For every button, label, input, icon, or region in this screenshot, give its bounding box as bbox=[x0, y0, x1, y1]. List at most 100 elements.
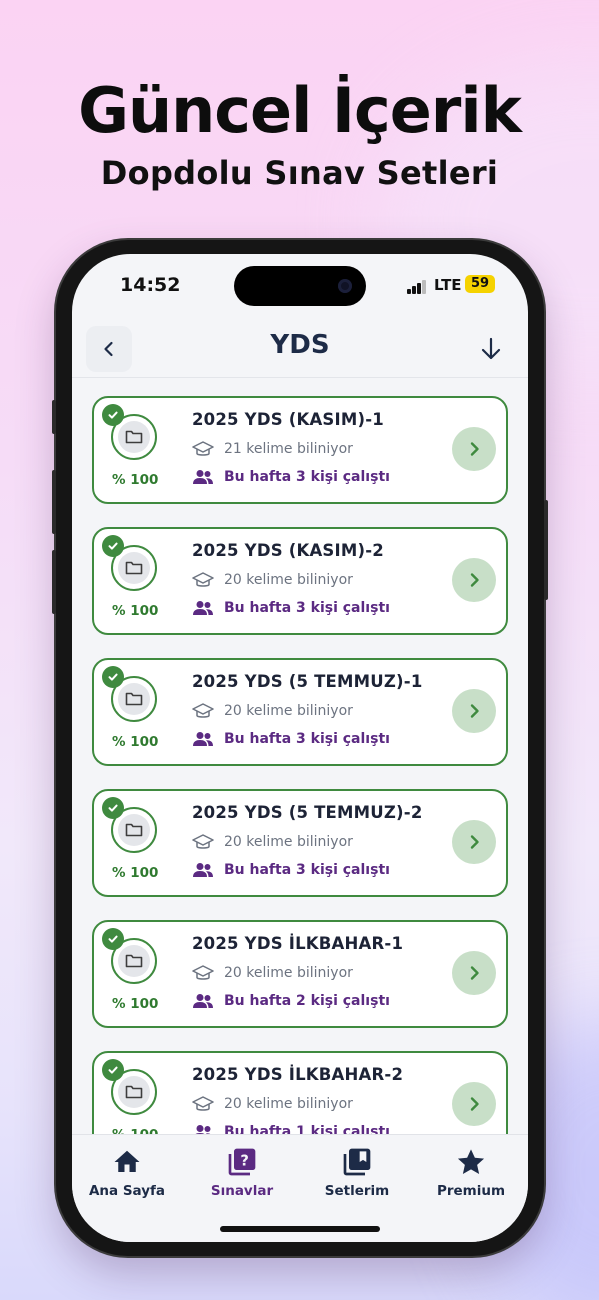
weekly-activity-text: Bu hafta 3 kişi çalıştı bbox=[224, 469, 390, 485]
nav-premium[interactable]: Premium bbox=[416, 1145, 526, 1199]
nav-home-label: Ana Sayfa bbox=[88, 1183, 166, 1199]
exam-set-card[interactable]: % 100 2025 YDS İLKBAHAR-1 20 kelime bili… bbox=[92, 920, 508, 1028]
download-button[interactable] bbox=[476, 334, 506, 364]
home-icon bbox=[114, 1150, 140, 1172]
quiz-icon: ? bbox=[228, 1148, 256, 1176]
folder-icon bbox=[125, 954, 143, 968]
signal-icon bbox=[407, 280, 427, 294]
weekly-activity-row: Bu hafta 3 kişi çalıştı bbox=[192, 862, 390, 878]
set-title: 2025 YDS (5 TEMMUZ)-1 bbox=[192, 672, 423, 691]
chevron-right-icon bbox=[470, 966, 479, 980]
page-title: YDS bbox=[270, 330, 330, 360]
people-icon bbox=[193, 732, 213, 746]
graduation-cap-icon bbox=[192, 441, 214, 456]
known-words-text: 21 kelime biliniyor bbox=[224, 441, 353, 457]
exam-set-card[interactable]: % 100 2025 YDS (KASIM)-2 20 kelime bilin… bbox=[92, 527, 508, 635]
known-words-row: 20 kelime biliniyor bbox=[192, 571, 353, 589]
known-words-text: 20 kelime biliniyor bbox=[224, 834, 353, 850]
nav-premium-label: Premium bbox=[436, 1183, 506, 1199]
set-progress: % 100 bbox=[112, 734, 159, 750]
set-progress: % 100 bbox=[112, 996, 159, 1012]
open-set-button[interactable] bbox=[452, 427, 496, 471]
known-words-text: 20 kelime biliniyor bbox=[224, 572, 353, 588]
graduation-cap-icon bbox=[192, 703, 214, 718]
exam-set-card[interactable]: % 100 2025 YDS (KASIM)-1 21 kelime bilin… bbox=[92, 396, 508, 504]
svg-text:?: ? bbox=[240, 1152, 249, 1169]
nav-exams[interactable]: ? Sınavlar bbox=[187, 1145, 297, 1199]
chevron-right-icon bbox=[470, 704, 479, 718]
nav-exams-label: Sınavlar bbox=[210, 1183, 274, 1199]
arrow-down-icon bbox=[481, 337, 501, 360]
folder-icon bbox=[125, 1085, 143, 1099]
weekly-activity-text: Bu hafta 3 kişi çalıştı bbox=[224, 862, 390, 878]
star-icon bbox=[457, 1149, 485, 1174]
people-icon bbox=[193, 994, 213, 1008]
graduation-cap-icon bbox=[192, 834, 214, 849]
weekly-activity-row: Bu hafta 3 kişi çalıştı bbox=[192, 469, 390, 485]
chevron-right-icon bbox=[470, 573, 479, 587]
app-screen: 14:52 LTE 59 YDS % 100 2025 YDS (KASIM)-… bbox=[72, 254, 528, 1242]
open-set-button[interactable] bbox=[452, 558, 496, 602]
status-time: 14:52 bbox=[120, 274, 181, 296]
battery-level: 59 bbox=[470, 276, 490, 291]
graduation-cap-icon bbox=[192, 1096, 214, 1111]
exam-set-card[interactable]: % 100 2025 YDS (5 TEMMUZ)-1 20 kelime bi… bbox=[92, 658, 508, 766]
completed-check-icon bbox=[102, 1059, 124, 1081]
folder-icon bbox=[125, 823, 143, 837]
known-words-row: 20 kelime biliniyor bbox=[192, 1095, 353, 1113]
chevron-right-icon bbox=[470, 1097, 479, 1111]
set-title: 2025 YDS İLKBAHAR-1 bbox=[192, 934, 404, 953]
completed-check-icon bbox=[102, 404, 124, 426]
nav-home[interactable]: Ana Sayfa bbox=[72, 1145, 182, 1199]
weekly-activity-text: Bu hafta 3 kişi çalıştı bbox=[224, 731, 390, 747]
set-progress: % 100 bbox=[112, 865, 159, 881]
promo-headline: Güncel İçerik bbox=[78, 74, 522, 147]
nav-my-sets-label: Setlerim bbox=[324, 1183, 390, 1199]
set-title: 2025 YDS (KASIM)-1 bbox=[192, 410, 384, 429]
people-icon bbox=[193, 601, 213, 615]
weekly-activity-text: Bu hafta 3 kişi çalıştı bbox=[224, 600, 390, 616]
known-words-row: 20 kelime biliniyor bbox=[192, 964, 353, 982]
known-words-text: 20 kelime biliniyor bbox=[224, 965, 353, 981]
completed-check-icon bbox=[102, 797, 124, 819]
known-words-row: 21 kelime biliniyor bbox=[192, 440, 353, 458]
folder-icon bbox=[125, 561, 143, 575]
exam-set-list[interactable]: % 100 2025 YDS (KASIM)-1 21 kelime bilin… bbox=[72, 378, 528, 1148]
library-books-icon bbox=[343, 1148, 371, 1176]
dynamic-island bbox=[234, 266, 366, 306]
known-words-text: 20 kelime biliniyor bbox=[224, 703, 353, 719]
nav-my-sets[interactable]: Setlerim bbox=[302, 1145, 412, 1199]
network-type: LTE bbox=[434, 276, 462, 294]
set-progress: % 100 bbox=[112, 472, 159, 488]
people-icon bbox=[193, 470, 213, 484]
set-title: 2025 YDS (KASIM)-2 bbox=[192, 541, 384, 560]
weekly-activity-row: Bu hafta 3 kişi çalıştı bbox=[192, 600, 390, 616]
battery-icon: 59 bbox=[465, 275, 495, 293]
open-set-button[interactable] bbox=[452, 820, 496, 864]
completed-check-icon bbox=[102, 928, 124, 950]
open-set-button[interactable] bbox=[452, 951, 496, 995]
set-title: 2025 YDS (5 TEMMUZ)-2 bbox=[192, 803, 423, 822]
set-progress: % 100 bbox=[112, 603, 159, 619]
completed-check-icon bbox=[102, 666, 124, 688]
folder-icon bbox=[125, 430, 143, 444]
graduation-cap-icon bbox=[192, 572, 214, 587]
open-set-button[interactable] bbox=[452, 689, 496, 733]
set-title: 2025 YDS İLKBAHAR-2 bbox=[192, 1065, 404, 1084]
known-words-row: 20 kelime biliniyor bbox=[192, 702, 353, 720]
graduation-cap-icon bbox=[192, 965, 214, 980]
weekly-activity-row: Bu hafta 3 kişi çalıştı bbox=[192, 731, 390, 747]
people-icon bbox=[193, 863, 213, 877]
phone-frame: 14:52 LTE 59 YDS % 100 2025 YDS (KASIM)-… bbox=[52, 240, 548, 1256]
completed-check-icon bbox=[102, 535, 124, 557]
open-set-button[interactable] bbox=[452, 1082, 496, 1126]
chevron-right-icon bbox=[470, 442, 479, 456]
top-app-bar: YDS bbox=[72, 316, 528, 378]
weekly-activity-text: Bu hafta 2 kişi çalıştı bbox=[224, 993, 390, 1009]
exam-set-card[interactable]: % 100 2025 YDS (5 TEMMUZ)-2 20 kelime bi… bbox=[92, 789, 508, 897]
home-indicator[interactable] bbox=[220, 1226, 380, 1232]
folder-icon bbox=[125, 692, 143, 706]
weekly-activity-row: Bu hafta 2 kişi çalıştı bbox=[192, 993, 390, 1009]
promo-subheadline: Dopdolu Sınav Setleri bbox=[100, 154, 499, 192]
status-bar: 14:52 LTE 59 bbox=[72, 254, 528, 314]
